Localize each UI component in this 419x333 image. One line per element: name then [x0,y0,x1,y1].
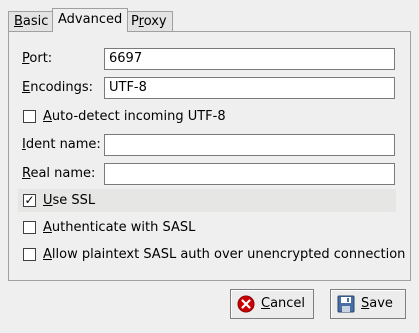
autodetect-label-mnemonic: A [43,109,52,124]
real-name-label: Real name: [22,166,95,182]
use-ssl-label-text: se SSL [52,193,96,208]
plaintext-sasl-label-mnemonic: A [43,247,52,262]
cancel-label: Cancel [261,296,305,312]
sasl-label: Authenticate with SASL [43,220,195,236]
port-label-text: ort: [29,51,53,66]
ident-name-label: Ident name: [22,137,101,153]
ident-name-field[interactable] [104,134,395,156]
plaintext-sasl-checkbox-row[interactable]: Allow plaintext SASL auth over unencrypt… [23,244,405,266]
use-ssl-label-mnemonic: U [43,193,53,208]
use-ssl-checkbox[interactable]: ✓ [23,194,36,207]
autodetect-label-text: uto-detect incoming UTF-8 [51,109,226,124]
plaintext-sasl-label-text: llow plaintext SASL auth over unencrypte… [51,247,406,262]
encodings-field[interactable]: UTF-8 [104,77,395,99]
use-ssl-checkbox-row[interactable]: ✓ Use SSL [23,190,383,212]
save-icon [337,295,355,313]
sasl-checkbox[interactable] [23,221,36,234]
encodings-label-mnemonic: E [22,80,31,95]
real-name-field[interactable] [104,163,395,185]
plaintext-sasl-checkbox[interactable] [23,248,36,261]
autodetect-checkbox-row[interactable]: Auto-detect incoming UTF-8 [23,106,383,128]
real-name-label-text: eal name: [30,166,96,181]
encodings-label: Encodings: [22,80,93,96]
sasl-checkbox-row[interactable]: Authenticate with SASL [23,217,383,239]
save-button[interactable]: Save [330,289,406,319]
port-value: 6697 [109,51,143,66]
cancel-button[interactable]: Cancel [230,289,314,319]
cancel-icon [237,295,255,313]
sasl-label-mnemonic: A [43,220,52,235]
port-label: Port: [22,51,52,67]
save-label: Save [361,296,393,312]
sasl-label-text: uthenticate with SASL [51,220,196,235]
save-label-text: ave [369,296,393,311]
encodings-label-text: ncodings: [30,80,94,95]
encodings-value: UTF-8 [109,80,147,95]
autodetect-checkbox[interactable] [23,110,36,123]
ident-name-label-text: dent name: [25,137,101,152]
account-dialog: Basic Advanced Proxy Port: 6697 Encoding… [0,0,419,333]
plaintext-sasl-label: Allow plaintext SASL auth over unencrypt… [43,247,405,263]
checkmark-icon: ✓ [24,193,35,207]
autodetect-label: Auto-detect incoming UTF-8 [43,109,226,125]
use-ssl-label: Use SSL [43,193,95,209]
cancel-label-text: ancel [270,296,306,311]
port-field[interactable]: 6697 [104,48,395,70]
cancel-label-mnemonic: C [261,296,271,311]
